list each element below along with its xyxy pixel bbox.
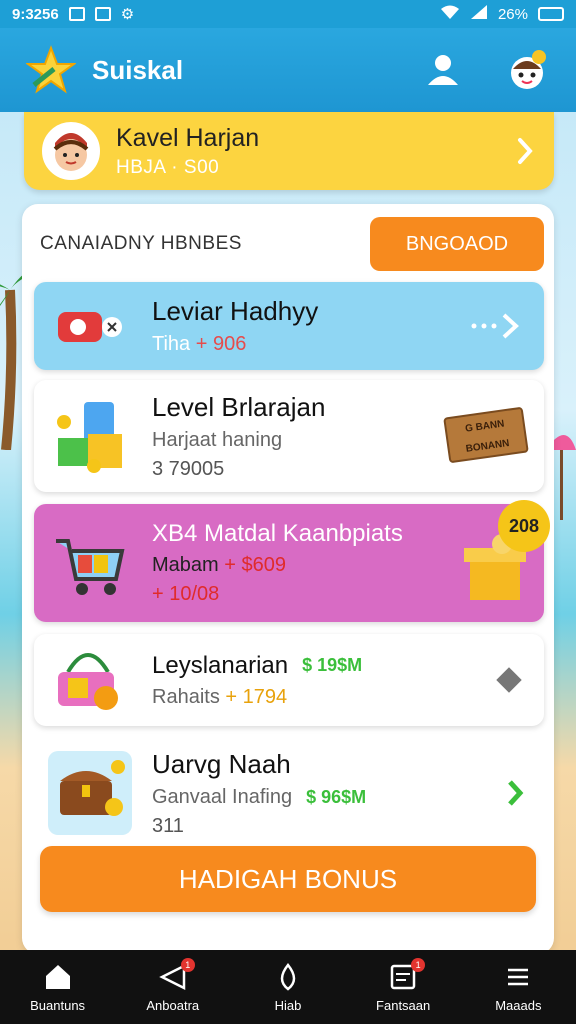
row-amount: + $609	[224, 554, 286, 576]
basket-icon	[58, 653, 118, 710]
list-item[interactable]: Uarvg Naah Ganvaal Inafing $ 96$M 311	[34, 740, 544, 846]
nav-item-drop[interactable]: Hiab	[238, 962, 338, 1013]
row-title: XB4 Matdal Kaanbpiats	[152, 520, 403, 547]
ticket-icon	[58, 312, 122, 342]
chevron-right-icon[interactable]	[514, 136, 536, 166]
row-value: 3 79005	[152, 457, 225, 480]
app-bar: Suiskal	[0, 28, 576, 112]
row-subtitle: Ganvaal Inafing	[152, 785, 293, 808]
wifi-icon	[440, 4, 460, 24]
row-amount: $ 96$M	[306, 786, 367, 807]
nav-label: Maaads	[495, 997, 542, 1013]
battery-icon	[538, 7, 564, 21]
row-subtitle: Tiha	[152, 333, 191, 355]
mascot-icon[interactable]	[504, 47, 550, 93]
list-item[interactable]: Level Brlarajan Harjaat haning 3 79005 G…	[34, 380, 544, 492]
row-title: Leviar Hadhyy	[152, 296, 319, 326]
signal-icon	[470, 4, 488, 24]
row-value: + 10/08	[152, 583, 220, 605]
app-notification-icon	[94, 7, 111, 21]
profile-subtitle: HBJA · S00	[116, 156, 220, 178]
nav-label: Fantsaan	[376, 997, 431, 1013]
chevron-right-icon[interactable]	[504, 778, 526, 808]
app-title: Suiskal	[92, 54, 184, 85]
row-subtitle: Harjaat haning	[152, 428, 283, 451]
panel-title: CANAIADNY HBNBES	[40, 233, 242, 254]
home-icon	[45, 964, 70, 989]
star-logo-icon	[26, 45, 76, 94]
status-bar: 9:3256 ⚙ 26%	[0, 0, 576, 28]
diamond-icon[interactable]	[496, 667, 522, 693]
row-title: Level Brlarajan	[152, 391, 326, 422]
list-item[interactable]: Leviar Hadhyy Tiha + 906	[34, 282, 544, 370]
row-value: + 1794	[225, 685, 288, 708]
bonus-button[interactable]: HADIGAH BONUS	[40, 846, 536, 912]
notification-badge: 1	[180, 957, 195, 972]
list-item[interactable]: Leyslanarian $ 19$M Rahaits + 1794	[34, 634, 544, 726]
menu-icon	[508, 968, 529, 985]
nav-label: Hiab	[274, 997, 302, 1013]
battery-percent: 26%	[497, 5, 528, 23]
nav-label: Buantuns	[30, 997, 86, 1013]
row-value: + 906	[195, 333, 247, 355]
profile-name: Kavel Harjan	[116, 123, 260, 152]
gift-boxes-icon	[57, 402, 122, 473]
wooden-sign: G BANN BONANN	[440, 404, 532, 468]
nav-item-home[interactable]: Buantuns	[8, 962, 108, 1013]
row-title: Uarvg Naah	[152, 748, 291, 779]
gift-coins-illustration: 208	[454, 500, 554, 618]
panel-header-button[interactable]: BNGOAOD	[370, 217, 544, 271]
bottom-nav: Buantuns 1 Anboatra Hiab 1 Fantsaan Maaa…	[0, 950, 576, 1024]
nav-item-inbox[interactable]: 1 Fantsaan	[353, 957, 453, 1013]
treasure-chest-icon	[48, 751, 132, 835]
status-time: 9:3256	[12, 5, 59, 23]
drop-icon	[280, 962, 296, 991]
row-value: 311	[152, 814, 184, 837]
chevron-right-icon[interactable]	[466, 311, 526, 341]
mail-icon	[68, 7, 85, 21]
user-profile-icon[interactable]	[422, 49, 464, 91]
nav-item-send[interactable]: 1 Anboatra	[123, 957, 223, 1013]
count-badge: 208	[498, 500, 550, 552]
nav-item-menu[interactable]: Maaads	[468, 962, 568, 1013]
profile-card[interactable]: Kavel Harjan HBJA · S00	[24, 112, 554, 190]
shopping-cart-icon	[56, 539, 125, 595]
notification-badge: 1	[411, 957, 426, 972]
row-title: Leyslanarian	[152, 651, 289, 679]
list-item[interactable]: XB4 Matdal Kaanbpiats Mabam + $609 + 10/…	[34, 500, 550, 622]
row-subtitle: Mabam	[152, 554, 219, 576]
row-amount: $ 19$M	[302, 655, 363, 675]
row-subtitle: Rahaits	[152, 685, 220, 708]
avatar	[42, 122, 100, 180]
rewards-panel: CANAIADNY HBNBES BNGOAOD Leviar Hadhyy T…	[22, 204, 554, 954]
settings-icon: ⚙	[120, 6, 135, 23]
nav-label: Anboatra	[146, 997, 200, 1013]
